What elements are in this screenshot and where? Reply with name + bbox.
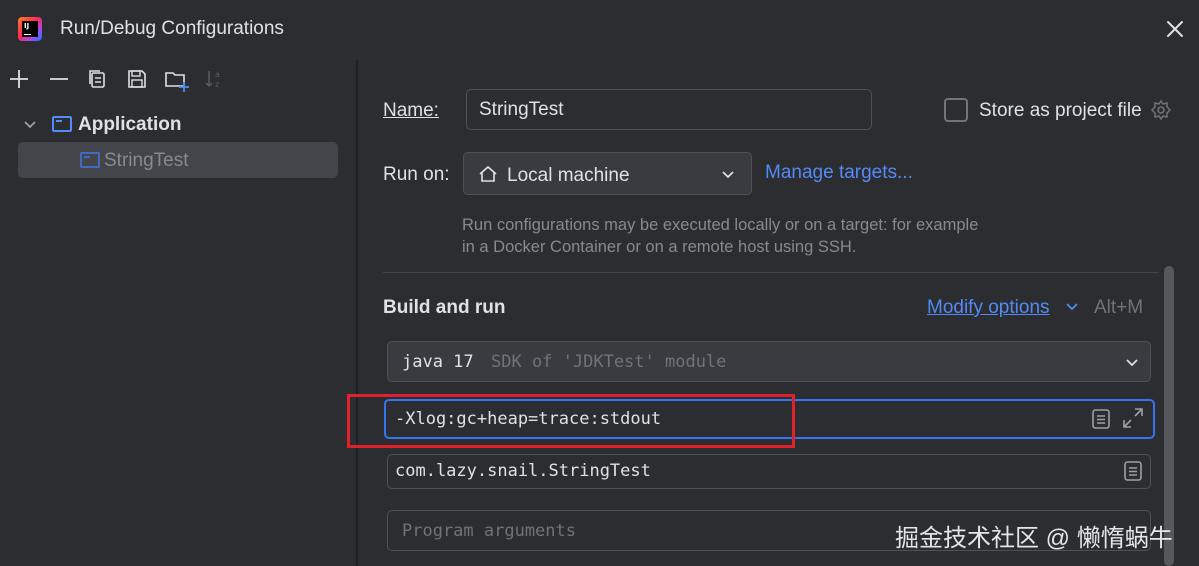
svg-text:a: a (215, 70, 220, 79)
close-button[interactable] (1161, 15, 1189, 43)
configurations-toolbar: a z (0, 60, 356, 98)
sdk-select[interactable]: java 17 SDK of 'JDKTest' module (387, 341, 1151, 382)
tree-item-stringtest[interactable]: StringTest (0, 142, 356, 178)
chevron-down-icon (1126, 359, 1138, 367)
browse-class-button[interactable] (1122, 460, 1144, 482)
save-icon (128, 70, 146, 88)
modify-options-link[interactable]: Modify options (927, 297, 1050, 319)
store-as-project-file-checkbox[interactable] (944, 98, 968, 122)
build-and-run-title: Build and run (383, 297, 506, 318)
close-icon (1167, 21, 1183, 37)
run-on-hint: Run configurations may be executed local… (462, 216, 979, 256)
copy-icon (89, 70, 105, 88)
chevron-down-icon[interactable] (22, 117, 38, 133)
new-folder-button[interactable] (164, 68, 190, 92)
expand-icon (1123, 408, 1143, 428)
main-class-field[interactable]: com.lazy.snail.StringTest (387, 454, 1151, 489)
modify-options-shortcut: Alt+M (1094, 297, 1144, 318)
add-icon (10, 70, 28, 88)
remove-button[interactable] (48, 68, 70, 90)
chevron-down-icon (722, 171, 734, 179)
run-on-value: Local machine (507, 165, 630, 186)
expand-text-button[interactable] (1090, 408, 1112, 430)
sort-button[interactable]: a z (204, 68, 226, 90)
configurations-panel: a z Application StringTest (0, 60, 356, 566)
tree-group-label: Application (78, 114, 182, 135)
chevron-down-icon[interactable] (1065, 300, 1079, 314)
tree-item-application[interactable]: Application (0, 106, 356, 142)
document-icon (1124, 461, 1142, 481)
house-icon (479, 165, 497, 182)
tree-item-label: StringTest (104, 150, 189, 171)
svg-text:z: z (215, 80, 219, 89)
window-title: Run/Debug Configurations (60, 18, 284, 39)
save-button[interactable] (126, 68, 148, 90)
highlight-annotation-box (347, 394, 795, 448)
add-button[interactable] (8, 68, 30, 90)
name-input[interactable] (466, 89, 872, 130)
expand-field-button[interactable] (1122, 407, 1144, 429)
remove-icon (50, 78, 68, 80)
run-on-select[interactable]: Local machine (463, 152, 752, 195)
watermark-text: 掘金技术社区 @ 懒惰蜗牛 (895, 525, 1173, 552)
sdk-description: SDK of 'JDKTest' module (491, 352, 727, 372)
name-label: Name: (383, 100, 439, 121)
application-config-icon (52, 116, 72, 132)
sdk-version: java 17 (402, 352, 474, 372)
gear-icon[interactable] (1150, 99, 1172, 121)
new-folder-icon (165, 72, 189, 92)
title-bar: IJ Run/Debug Configurations (0, 0, 1199, 60)
document-icon (1092, 409, 1110, 429)
store-as-project-file-label[interactable]: Store as project file (979, 100, 1142, 122)
configuration-editor: Name: Store as project file Run on: Loca… (347, 60, 1199, 566)
manage-targets-link[interactable]: Manage targets... (765, 162, 913, 184)
run-on-label: Run on: (383, 164, 450, 185)
sort-icon: a z (205, 70, 220, 89)
section-divider (383, 272, 1159, 273)
intellij-logo-icon: IJ (18, 17, 42, 41)
application-config-icon (80, 152, 100, 168)
copy-button[interactable] (86, 68, 108, 90)
main-class-value: com.lazy.snail.StringTest (395, 461, 651, 481)
